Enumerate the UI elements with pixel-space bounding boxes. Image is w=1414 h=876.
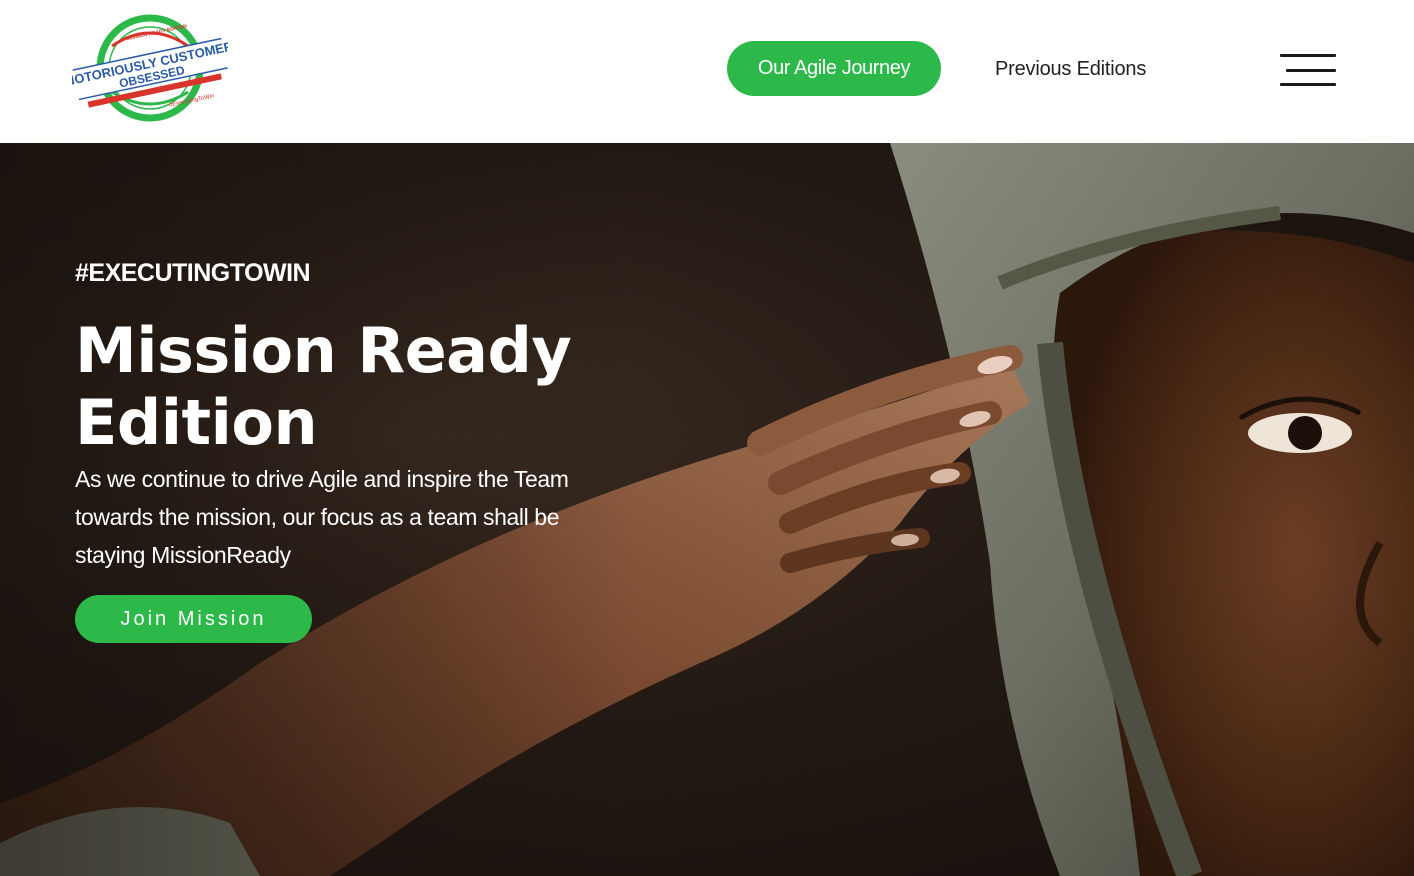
menu-bar bbox=[1280, 54, 1336, 57]
site-header: NOTORIOUSLY CUSTOMER OBSESSED #Executing… bbox=[0, 0, 1414, 143]
hamburger-menu-icon[interactable] bbox=[1280, 54, 1336, 88]
hero-section: #EXECUTINGTOWIN Mission Ready Edition As… bbox=[0, 143, 1414, 876]
previous-editions-link[interactable]: Previous Editions bbox=[995, 56, 1146, 82]
site-logo[interactable]: NOTORIOUSLY CUSTOMER OBSESSED #Executing… bbox=[72, 12, 228, 124]
join-mission-button[interactable]: Join Mission bbox=[75, 595, 312, 643]
menu-bar bbox=[1280, 83, 1336, 86]
hero-title: Mission Ready Edition bbox=[75, 314, 572, 459]
menu-bar bbox=[1286, 69, 1336, 72]
hero-eyebrow: #EXECUTINGTOWIN bbox=[75, 259, 311, 287]
our-agile-journey-button[interactable]: Our Agile Journey bbox=[727, 41, 941, 96]
hero-description: As we continue to drive Agile and inspir… bbox=[75, 466, 569, 568]
